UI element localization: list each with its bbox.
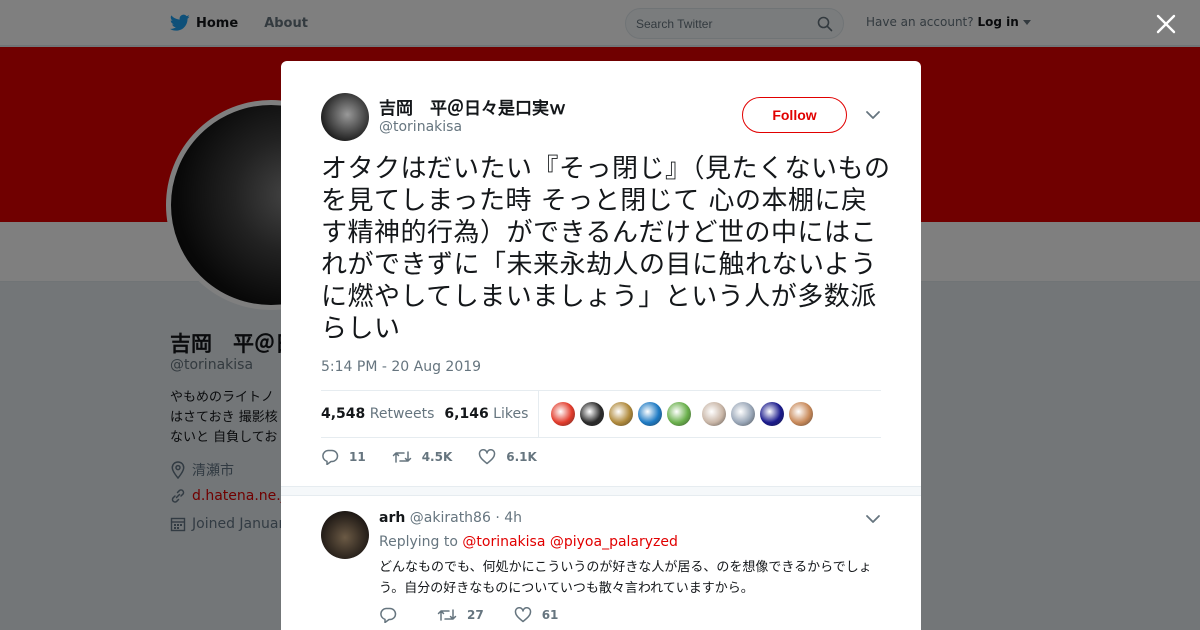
liker-avatar[interactable] [731,402,756,426]
reply-icon [322,449,339,465]
liker-avatars [551,402,814,426]
tweet-text: オタクはだいたい『そっ閉じ』（見たくないものを見てしまった時 そっと閉じて 心の… [321,154,891,344]
likes-count: 6,146 [444,406,489,422]
reply-header: arh @akirath86 · 4h [379,510,522,526]
tweet-modal: 吉岡 平＠日々是口実ｗ @torinakisa Follow オタクはだいたい『… [281,61,921,630]
liker-avatar[interactable] [551,402,576,426]
reply-action[interactable]: 11 [321,449,366,465]
reply-action[interactable] [379,607,407,623]
retweets-label: Retweets [369,406,435,422]
mention-link[interactable]: @piyoa_palaryzed [550,534,678,550]
reply-text: どんなものでも、何処かにこういうのが好きな人が居る、のを想像できるからでしょう。… [379,560,872,596]
liker-avatar[interactable] [609,402,634,426]
tweet-stats: 4,548 Retweets 6,146 Likes [321,390,881,438]
retweet-icon [392,451,411,463]
liker-avatar[interactable] [580,402,605,426]
retweet-action[interactable]: 4.5K [392,450,453,464]
like-action[interactable]: 6.1K [478,449,537,465]
reply-author-handle[interactable]: @akirath86 [410,510,491,526]
reply-count: 11 [349,450,366,464]
close-icon[interactable] [1155,13,1177,35]
replying-to: Replying to @torinakisa @piyoa_palaryzed [379,534,678,550]
likes-label: Likes [493,406,529,422]
author-avatar[interactable] [321,93,369,141]
reply-author-name[interactable]: arh [379,510,405,526]
retweet-action[interactable]: 27 [437,608,484,622]
author-name[interactable]: 吉岡 平＠日々是口実ｗ [379,94,566,119]
tweet-timestamp[interactable]: 5:14 PM - 20 Aug 2019 [321,359,481,375]
mention-link[interactable]: @torinakisa [462,534,545,550]
reply-time[interactable]: · 4h [495,510,522,526]
reply-icon [380,607,397,623]
liker-avatar[interactable] [702,402,727,426]
retweets-stat[interactable]: 4,548 Retweets [321,406,434,422]
like-count: 61 [541,608,559,622]
section-divider [281,486,921,496]
reply-avatar[interactable] [321,511,369,559]
replying-prefix: Replying to [379,534,458,550]
retweet-count: 27 [467,608,484,622]
heart-icon [479,449,496,465]
chevron-down-icon[interactable] [865,109,881,121]
author-handle[interactable]: @torinakisa [379,119,462,135]
follow-button[interactable]: Follow [742,97,847,133]
liker-avatar[interactable] [638,402,663,426]
likes-stat[interactable]: 6,146 Likes [444,406,528,422]
liker-avatar[interactable] [760,402,785,426]
liker-avatar[interactable] [789,402,814,426]
retweet-count: 4.5K [421,450,453,464]
chevron-down-icon[interactable] [865,513,881,525]
retweets-count: 4,548 [321,406,366,422]
heart-icon [514,607,531,623]
reply-actions: 27 61 [379,607,588,623]
stats-divider [538,390,540,438]
tweet-actions: 11 4.5K 6.1K [321,449,563,465]
like-count: 6.1K [506,450,537,464]
like-action[interactable]: 61 [514,607,559,623]
liker-avatar[interactable] [667,402,692,426]
retweet-icon [437,609,457,621]
